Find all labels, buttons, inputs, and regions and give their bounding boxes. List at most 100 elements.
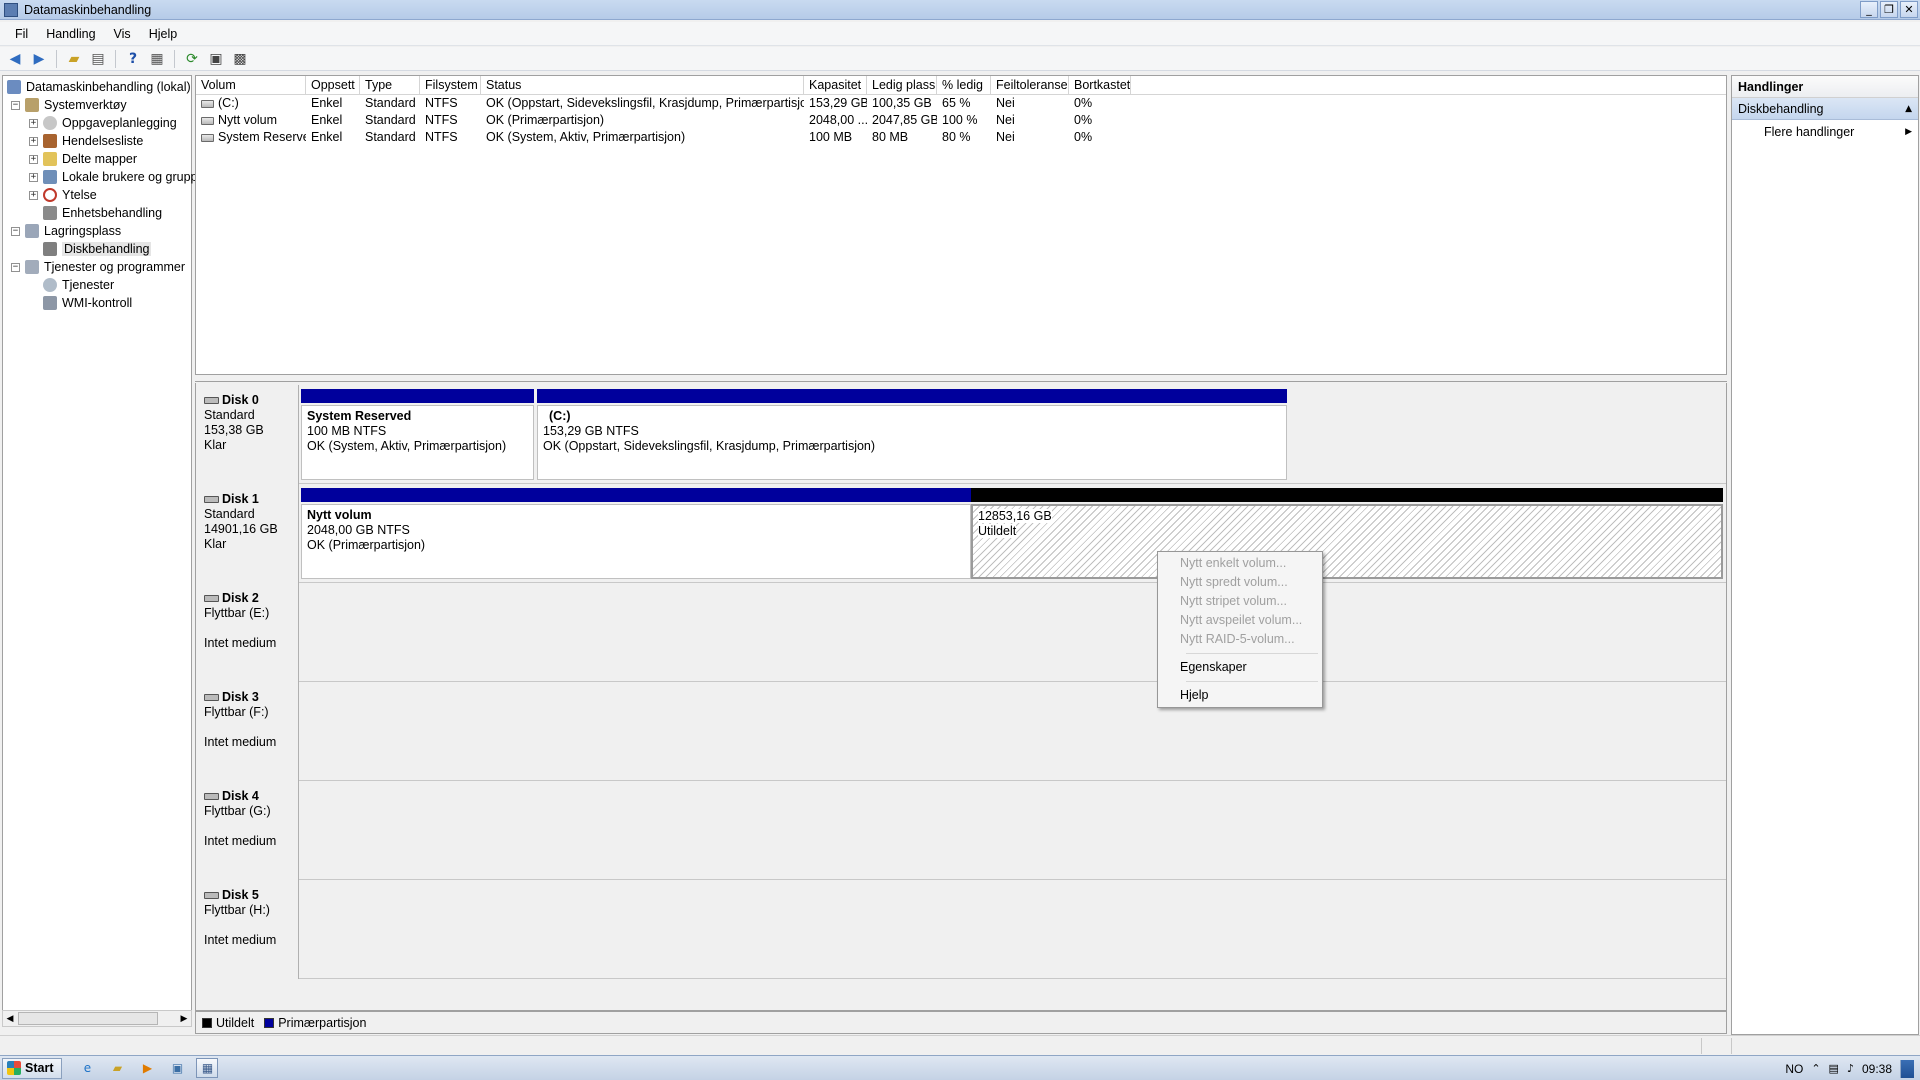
internet-explorer-icon[interactable]: e bbox=[76, 1058, 98, 1078]
menu-item-new-striped-volume[interactable]: Nytt stripet volum... bbox=[1160, 592, 1320, 611]
tree-item-diskbehandling[interactable]: Diskbehandling bbox=[43, 240, 152, 258]
up-folder-icon[interactable]: ▰ bbox=[63, 49, 85, 69]
action-more-actions[interactable]: Flere handlinger ▶ bbox=[1732, 120, 1918, 144]
menu-item-new-spanned-volume[interactable]: Nytt spredt volum... bbox=[1160, 573, 1320, 592]
expand-icon[interactable]: + bbox=[29, 190, 38, 200]
column-header-percent-free[interactable]: % ledig bbox=[937, 76, 991, 95]
column-header-volume[interactable]: Volum bbox=[196, 76, 306, 95]
collapse-icon[interactable]: − bbox=[11, 226, 20, 236]
column-header-fault-tolerance[interactable]: Feiltoleranse bbox=[991, 76, 1069, 95]
disk-label[interactable]: Disk 3 Flyttbar (F:) Intet medium bbox=[196, 682, 299, 781]
disk-label[interactable]: Disk 2 Flyttbar (E:) Intet medium bbox=[196, 583, 299, 682]
explorer-icon[interactable]: ▰ bbox=[106, 1058, 128, 1078]
tree-item-lagringsplass[interactable]: − Lagringsplass bbox=[11, 222, 121, 240]
menu-item-new-raid5-volume[interactable]: Nytt RAID-5-volum... bbox=[1160, 630, 1320, 649]
network-icon[interactable]: ▤ bbox=[1829, 1062, 1839, 1075]
start-button[interactable]: Start bbox=[2, 1057, 63, 1079]
scroll-left-icon[interactable]: ◀ bbox=[3, 1012, 17, 1026]
column-header-filesystem[interactable]: Filsystem bbox=[420, 76, 481, 95]
menu-action[interactable]: Handling bbox=[37, 27, 104, 41]
partition-nytt-volum[interactable]: Nytt volum 2048,00 GB NTFS OK (Primærpar… bbox=[301, 488, 971, 579]
disk-label[interactable]: Disk 0 Standard 153,38 GB Klar bbox=[196, 385, 299, 484]
expand-icon[interactable]: + bbox=[29, 118, 38, 128]
tree-label: Diskbehandling bbox=[62, 242, 152, 256]
settings-icon[interactable]: ▩ bbox=[229, 49, 251, 69]
tree-root[interactable]: Datamaskinbehandling (lokal) bbox=[7, 78, 191, 96]
expand-icon[interactable]: + bbox=[29, 154, 38, 164]
tree-horizontal-scrollbar[interactable]: ◀ ▶ bbox=[2, 1010, 192, 1027]
column-header-free-space[interactable]: Ledig plass bbox=[867, 76, 937, 95]
tree-item-ytelse[interactable]: + Ytelse bbox=[29, 186, 97, 204]
menu-file[interactable]: Fil bbox=[6, 27, 37, 41]
show-desktop-button[interactable] bbox=[1900, 1059, 1914, 1078]
scroll-right-icon[interactable]: ▶ bbox=[177, 1012, 191, 1026]
disk-row: Disk 4 Flyttbar (G:) Intet medium bbox=[196, 781, 1726, 880]
partition-c[interactable]: (C:) 153,29 GB NTFS OK (Oppstart, Sideve… bbox=[537, 389, 1287, 480]
media-player-icon[interactable]: ▶ bbox=[136, 1058, 158, 1078]
tree-item-wmi-kontroll[interactable]: WMI-kontroll bbox=[43, 294, 132, 312]
properties-view-icon[interactable]: ▦ bbox=[146, 49, 168, 69]
minimize-button[interactable]: _ bbox=[1860, 1, 1878, 18]
tree-item-tjenester-og-programmer[interactable]: − Tjenester og programmer bbox=[11, 258, 185, 276]
partition-system-reserved[interactable]: System Reserved 100 MB NTFS OK (System, … bbox=[301, 389, 534, 480]
properties-icon[interactable]: ▣ bbox=[205, 49, 227, 69]
free-space-cell: 80 MB bbox=[872, 130, 909, 144]
tree-item-systemverktoy[interactable]: − Systemverktøy bbox=[11, 96, 127, 114]
column-header-overhead[interactable]: Bortkastet bbox=[1069, 76, 1131, 95]
table-row[interactable]: Nytt volum Enkel Standard NTFS OK (Primæ… bbox=[196, 112, 1726, 129]
menu-help[interactable]: Hjelp bbox=[140, 27, 187, 41]
filesystem-cell: NTFS bbox=[425, 96, 458, 110]
refresh-icon[interactable]: ⟳ bbox=[181, 49, 203, 69]
forward-icon[interactable]: ▶ bbox=[28, 49, 50, 69]
actions-section-header[interactable]: Diskbehandling ▲ bbox=[1732, 98, 1918, 120]
help-icon[interactable]: ? bbox=[122, 49, 144, 69]
disk-icon bbox=[204, 694, 219, 701]
expand-icon[interactable]: + bbox=[29, 136, 38, 146]
menu-item-properties[interactable]: Egenskaper bbox=[1160, 658, 1320, 677]
table-row[interactable]: (C:) Enkel Standard NTFS OK (Oppstart, S… bbox=[196, 95, 1726, 112]
pane-splitter[interactable] bbox=[195, 376, 1727, 382]
disk-status: Intet medium bbox=[204, 735, 277, 749]
column-header-capacity[interactable]: Kapasitet bbox=[804, 76, 867, 95]
menu-item-new-simple-volume[interactable]: Nytt enkelt volum... bbox=[1160, 554, 1320, 573]
language-indicator[interactable]: NO bbox=[1785, 1062, 1803, 1076]
volume-icon[interactable]: ♪ bbox=[1847, 1062, 1854, 1075]
wmi-icon bbox=[43, 296, 57, 310]
menu-item-help[interactable]: Hjelp bbox=[1160, 686, 1320, 705]
start-label: Start bbox=[25, 1061, 54, 1075]
tree-item-lokale-brukere[interactable]: + Lokale brukere og grupp bbox=[29, 168, 198, 186]
show-hidden-icons-icon[interactable]: ⌃ bbox=[1811, 1062, 1820, 1075]
tree-item-delte-mapper[interactable]: + Delte mapper bbox=[29, 150, 137, 168]
close-button[interactable]: ✕ bbox=[1900, 1, 1918, 18]
partition-unallocated[interactable]: 12853,16 GB Utildelt bbox=[971, 488, 1723, 579]
column-header-layout[interactable]: Oppsett bbox=[306, 76, 360, 95]
tree-item-oppgaveplanlegging[interactable]: + Oppgaveplanlegging bbox=[29, 114, 177, 132]
clock[interactable]: 09:38 bbox=[1862, 1062, 1892, 1076]
collapse-up-icon[interactable]: ▲ bbox=[1905, 98, 1912, 120]
column-header-status[interactable]: Status bbox=[481, 76, 804, 95]
tree-item-enhetsbehandling[interactable]: Enhetsbehandling bbox=[43, 204, 162, 222]
computer-management-icon[interactable]: ▦ bbox=[196, 1058, 219, 1078]
percent-free-cell: 100 % bbox=[942, 113, 978, 127]
tree-item-tjenester[interactable]: Tjenester bbox=[43, 276, 114, 294]
disk-label[interactable]: Disk 1 Standard 14901,16 GB Klar bbox=[196, 484, 299, 583]
expand-icon[interactable]: + bbox=[29, 172, 38, 182]
device-manager-icon bbox=[43, 206, 57, 220]
back-icon[interactable]: ◀ bbox=[4, 49, 26, 69]
restore-button[interactable]: ❐ bbox=[1880, 1, 1898, 18]
show-hide-tree-icon[interactable]: ▤ bbox=[87, 49, 109, 69]
disk-label[interactable]: Disk 5 Flyttbar (H:) Intet medium bbox=[196, 880, 299, 979]
scrollbar-thumb[interactable] bbox=[18, 1012, 158, 1025]
disk-label[interactable]: Disk 4 Flyttbar (G:) Intet medium bbox=[196, 781, 299, 880]
tree-item-hendelsesliste[interactable]: + Hendelsesliste bbox=[29, 132, 143, 150]
column-header-type[interactable]: Type bbox=[360, 76, 420, 95]
menu-item-new-mirrored-volume[interactable]: Nytt avspeilet volum... bbox=[1160, 611, 1320, 630]
table-row[interactable]: System Reserved Enkel Standard NTFS OK (… bbox=[196, 129, 1726, 146]
partition-name: Nytt volum bbox=[307, 508, 372, 522]
tree-label: Lokale brukere og grupp bbox=[62, 170, 198, 184]
collapse-icon[interactable]: − bbox=[11, 262, 20, 272]
disk-type: Flyttbar (F:) bbox=[204, 705, 269, 719]
collapse-icon[interactable]: − bbox=[11, 100, 20, 110]
menu-view[interactable]: Vis bbox=[105, 27, 140, 41]
remote-desktop-icon[interactable]: ▣ bbox=[166, 1058, 188, 1078]
